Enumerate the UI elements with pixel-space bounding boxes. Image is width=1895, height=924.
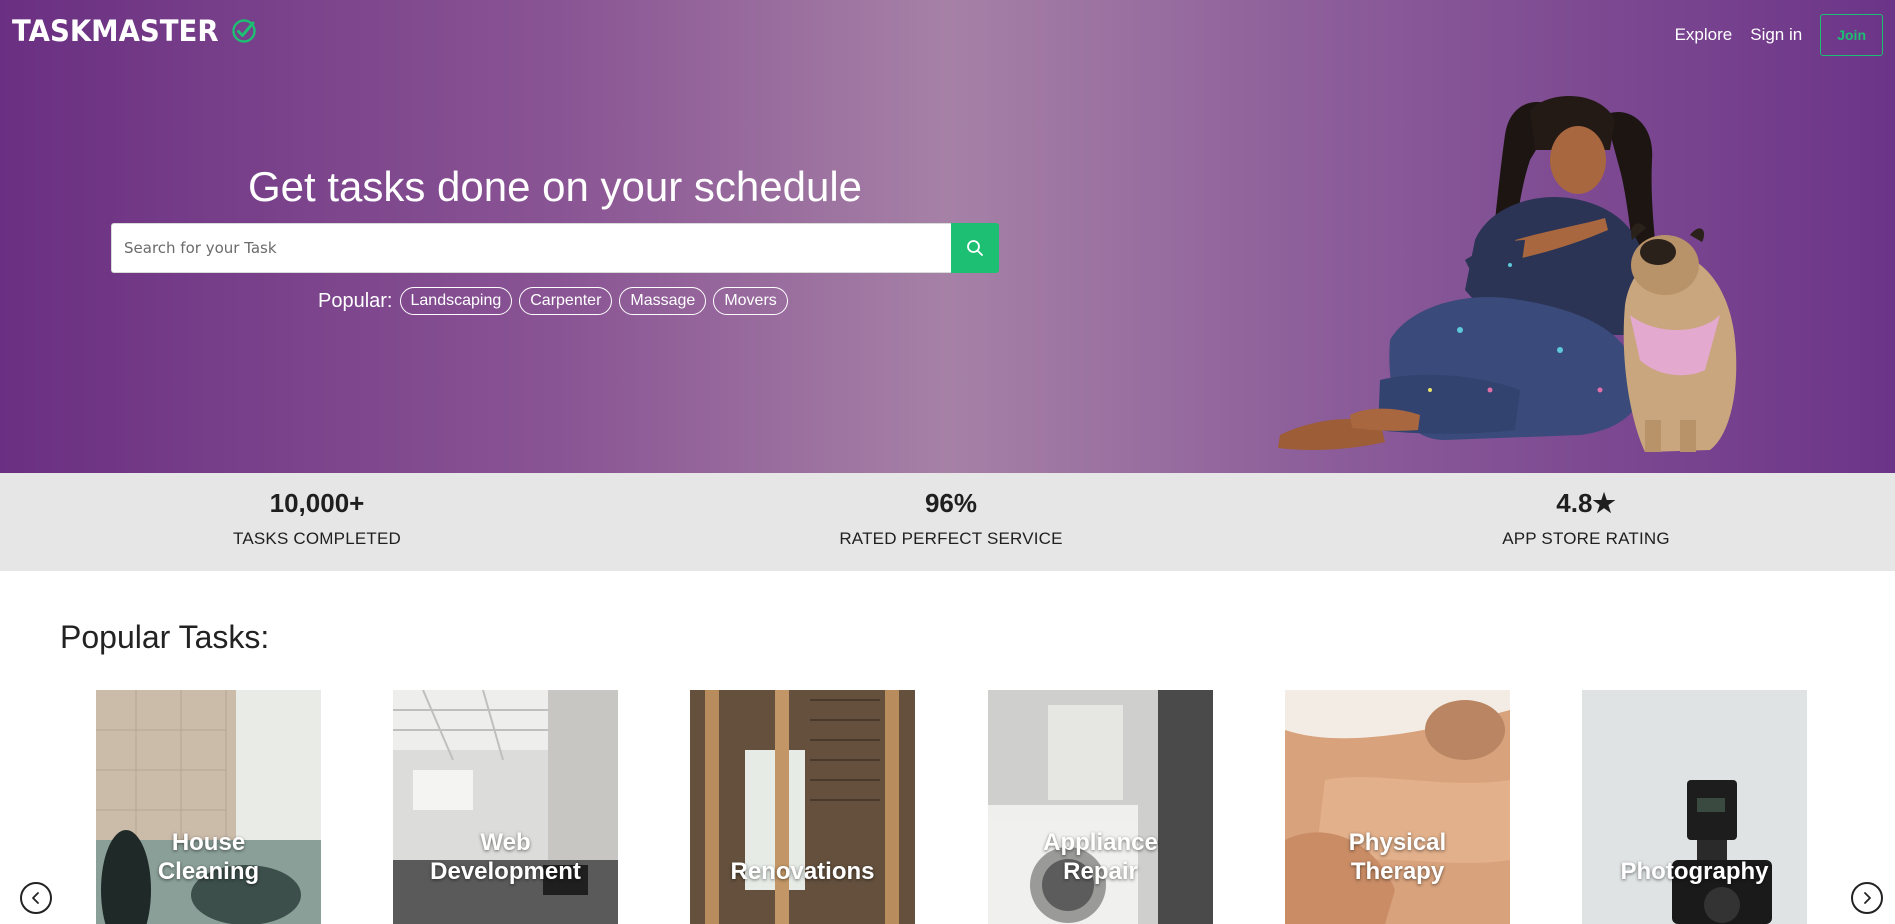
chevron-right-icon bbox=[1864, 892, 1871, 904]
search-icon bbox=[967, 240, 983, 256]
card-label-line2: Renovations bbox=[730, 858, 875, 885]
task-card-photography[interactable]: Photography bbox=[1582, 690, 1807, 924]
stat-label: TASKS COMPLETED bbox=[233, 529, 401, 548]
stat-value: 96% bbox=[924, 488, 978, 518]
tag-landscaping[interactable]: Landscaping bbox=[399, 287, 513, 315]
nav-explore-link[interactable]: Explore bbox=[1675, 25, 1733, 45]
stat-value: 4.8★ bbox=[1556, 488, 1616, 518]
join-button[interactable]: Join bbox=[1820, 14, 1883, 56]
tag-movers[interactable]: Movers bbox=[713, 287, 788, 315]
stats-bar: 10,000+ TASKS COMPLETED 96% RATED PERFEC… bbox=[0, 473, 1895, 571]
card-label: Physical Therapy bbox=[1285, 828, 1510, 886]
chevron-left-icon bbox=[32, 892, 39, 904]
hero-image bbox=[1278, 96, 1737, 452]
logo-text: TASKMASTER bbox=[12, 14, 219, 48]
tag-carpenter[interactable]: Carpenter bbox=[519, 287, 613, 315]
task-card-appliance-repair[interactable]: Appliance Repair bbox=[988, 690, 1213, 924]
popular-label: Popular: bbox=[318, 289, 393, 312]
card-image bbox=[1582, 690, 1807, 924]
stat-tasks-completed: 10,000+ TASKS COMPLETED bbox=[117, 487, 517, 549]
card-image bbox=[96, 690, 321, 924]
card-image bbox=[1285, 690, 1510, 924]
check-circle-icon bbox=[232, 19, 257, 43]
card-label-line1: Web bbox=[480, 829, 531, 856]
hero-headline: Get tasks done on your schedule bbox=[247, 163, 863, 210]
hero-banner: TASKMASTER Explore Sign in Join Get task… bbox=[0, 0, 1895, 473]
task-card-house-cleaning[interactable]: House Cleaning bbox=[96, 690, 321, 924]
stat-value: 10,000+ bbox=[269, 488, 365, 518]
card-label-line2: Photography bbox=[1620, 858, 1769, 885]
carousel-prev-button[interactable] bbox=[20, 882, 52, 914]
card-label-line2: Development bbox=[430, 858, 581, 885]
carousel-next-button[interactable] bbox=[1851, 882, 1883, 914]
search-bar bbox=[111, 223, 999, 273]
card-label-line2: Therapy bbox=[1350, 858, 1445, 885]
card-label-line2: Cleaning bbox=[157, 858, 260, 885]
card-label-line1 bbox=[1582, 828, 1807, 857]
card-label-line1: Physical bbox=[1348, 829, 1447, 856]
task-card-web-development[interactable]: Web Development bbox=[393, 690, 618, 924]
task-card-renovations[interactable]: Renovations bbox=[690, 690, 915, 924]
tag-massage[interactable]: Massage bbox=[619, 287, 707, 315]
card-label: Renovations bbox=[690, 828, 915, 886]
search-button[interactable] bbox=[951, 223, 999, 273]
popular-tags: Popular: Landscaping Carpenter Massage M… bbox=[318, 287, 788, 315]
top-nav: Explore Sign in Join bbox=[1675, 14, 1883, 56]
card-image bbox=[393, 690, 618, 924]
logo[interactable]: TASKMASTER bbox=[12, 14, 257, 48]
stat-label: APP STORE RATING bbox=[1502, 529, 1670, 548]
nav-signin-link[interactable]: Sign in bbox=[1750, 25, 1802, 45]
card-label-line2: Repair bbox=[1063, 858, 1138, 885]
card-image bbox=[690, 690, 915, 924]
search-input[interactable] bbox=[111, 223, 951, 273]
stat-rated-perfect: 96% RATED PERFECT SERVICE bbox=[751, 487, 1151, 549]
popular-tasks-title: Popular Tasks: bbox=[60, 619, 270, 655]
card-label: Photography bbox=[1582, 828, 1807, 886]
stat-app-rating: 4.8★ APP STORE RATING bbox=[1386, 487, 1786, 549]
stat-label: RATED PERFECT SERVICE bbox=[839, 529, 1063, 548]
card-label-line1: Appliance bbox=[1043, 829, 1158, 856]
card-image bbox=[988, 690, 1213, 924]
card-label-line1: House bbox=[171, 829, 246, 856]
task-card-physical-therapy[interactable]: Physical Therapy bbox=[1285, 690, 1510, 924]
card-label: Web Development bbox=[393, 828, 618, 886]
card-label: House Cleaning bbox=[96, 828, 321, 886]
card-label: Appliance Repair bbox=[988, 828, 1213, 886]
card-label-line1 bbox=[690, 828, 915, 857]
